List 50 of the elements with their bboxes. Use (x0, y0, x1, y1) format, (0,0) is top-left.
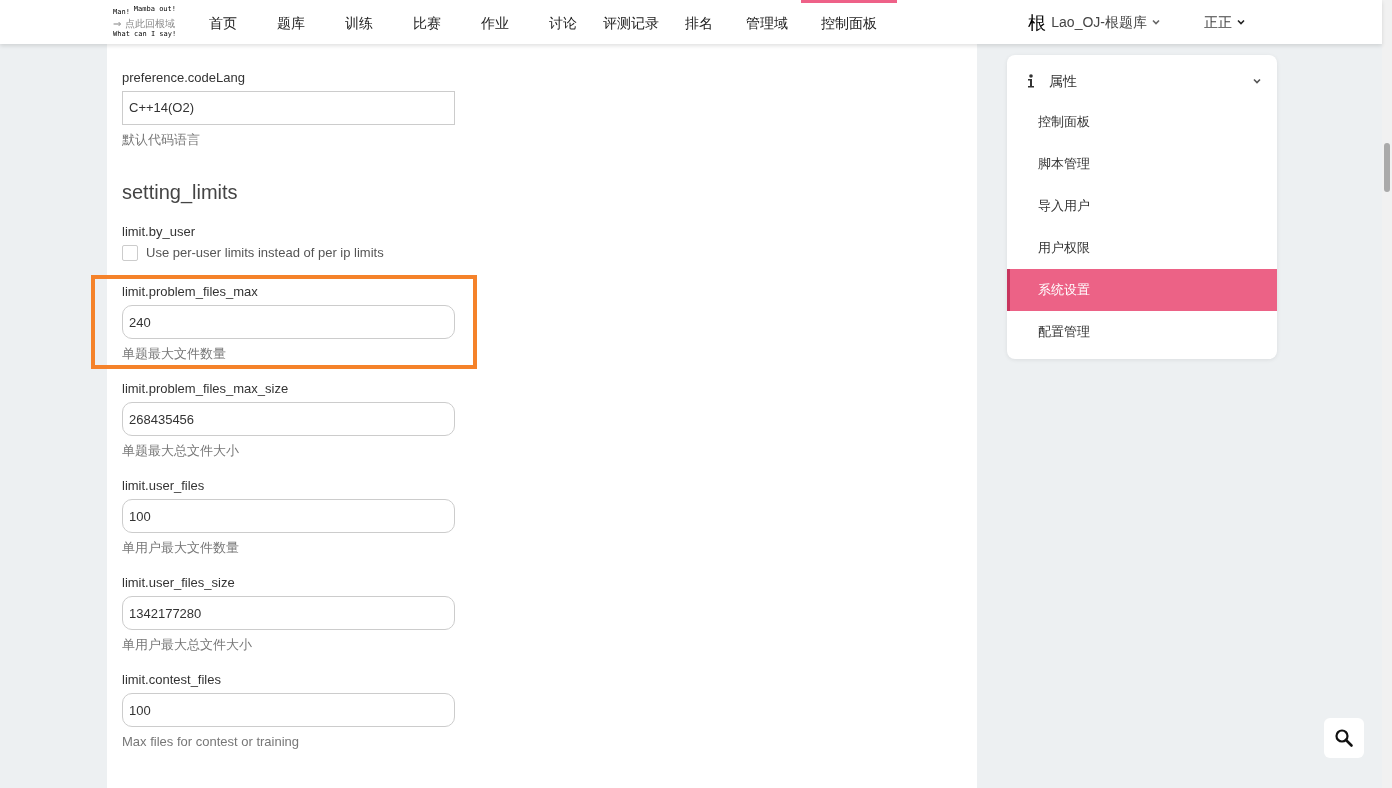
hint-text: 单用户最大总文件大小 (122, 636, 253, 654)
nav-link[interactable]: 管理域 (733, 0, 801, 44)
input-field[interactable]: 100 (122, 693, 455, 727)
sidebar-item[interactable]: 用户权限 (1007, 227, 1277, 269)
nav-link[interactable]: 首页 (189, 0, 257, 44)
chevron-down-icon (1237, 19, 1245, 25)
input-field[interactable]: 240 (122, 305, 455, 339)
hint-text: Max files for contest or training (122, 733, 301, 751)
hint-text: 单用户最大文件数量 (122, 539, 240, 557)
checkbox[interactable] (122, 245, 138, 261)
input-field[interactable]: 268435456 (122, 402, 455, 436)
hint-text: 单题最大文件数量 (122, 345, 227, 363)
chevron-down-icon (1152, 19, 1160, 25)
select-field[interactable]: C++14(O2) (122, 91, 455, 125)
setting-label: limit.by_user (122, 223, 196, 241)
section-heading: setting_limits (122, 180, 239, 206)
info-icon (1027, 74, 1035, 88)
nav-link[interactable]: 评测记录 (597, 0, 665, 44)
hint-text: 默认代码语言 (122, 131, 201, 149)
setting-label: limit.contest_files (122, 671, 222, 689)
hint-text: 单题最大总文件大小 (122, 442, 240, 460)
sidebar-item[interactable]: 配置管理 (1007, 311, 1277, 353)
nav-link[interactable]: 比赛 (393, 0, 461, 44)
logo-text: ⇒ 点此回根域 (113, 18, 175, 29)
search-button[interactable] (1324, 718, 1364, 758)
checkbox-label: Use per-user limits instead of per ip limits (146, 244, 384, 263)
scrollbar-thumb[interactable] (1384, 143, 1390, 192)
input-field[interactable]: 100 (122, 499, 455, 533)
sidebar-item[interactable]: 导入用户 (1007, 185, 1277, 227)
nav-link[interactable]: 作业 (461, 0, 529, 44)
nav-link[interactable]: 训练 (325, 0, 393, 44)
setting-label: limit.problem_files_max_size (122, 380, 290, 398)
nav-link[interactable]: 讨论 (529, 0, 597, 44)
nav-link[interactable]: 题库 (257, 0, 325, 44)
nav-link[interactable]: 排名 (665, 0, 733, 44)
domain-name: Lao_OJ-根题库 (1051, 12, 1147, 32)
setting-label: limit.user_files_size (122, 574, 236, 592)
setting-label: limit.problem_files_max (122, 283, 259, 301)
user-menu[interactable]: 正正 (1204, 11, 1245, 33)
search-icon (1334, 728, 1354, 748)
sidebar-title: 属性 (1049, 71, 1078, 91)
sidebar-item[interactable]: 控制面板 (1007, 101, 1277, 143)
sidebar-item[interactable]: 脚本管理 (1007, 143, 1277, 185)
domain-menu[interactable]: 根 Lao_OJ-根题库 (1028, 8, 1160, 36)
user-name: 正正 (1204, 12, 1232, 32)
setting-label: limit.user_files (122, 477, 206, 495)
sidebar-header[interactable]: 属性 (1007, 61, 1277, 101)
domain-glyph: 根 (1028, 10, 1047, 35)
input-field[interactable]: 1342177280 (122, 596, 455, 630)
setting-label: preference.codeLang (122, 69, 246, 87)
